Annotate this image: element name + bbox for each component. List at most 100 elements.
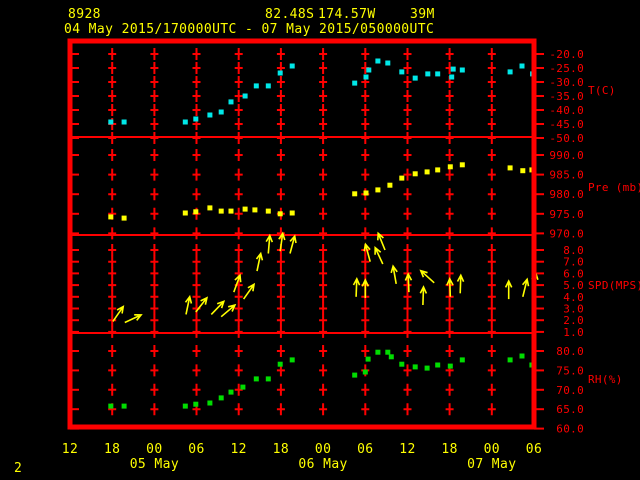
grid-cross — [150, 403, 159, 416]
grid-cross — [192, 188, 201, 201]
grid-cross — [108, 62, 117, 74]
data-point — [447, 363, 453, 369]
data-point — [277, 70, 283, 76]
x-tick-label: 12 — [399, 442, 415, 457]
grid-cross — [150, 104, 159, 116]
data-point — [228, 389, 234, 395]
grid-cross — [445, 244, 454, 256]
x-tick-label: 18 — [104, 442, 120, 457]
grid-cross — [108, 227, 117, 240]
grid-cross — [319, 267, 328, 280]
grid-cross — [108, 188, 117, 201]
grid-cross — [192, 255, 201, 268]
grid-cross — [192, 76, 201, 88]
y-tick-label: -35.0 — [549, 90, 584, 103]
wind-arrow — [419, 285, 428, 306]
humidity-series — [108, 349, 535, 409]
grid-cross — [234, 188, 243, 201]
x-tick-label: 06 — [357, 442, 373, 457]
grid-cross — [276, 188, 285, 201]
y-tick-label: 990.0 — [549, 149, 584, 162]
grid-cross — [192, 345, 201, 357]
grid-cross — [361, 267, 370, 280]
page-number: 2 — [14, 461, 23, 476]
data-point — [375, 58, 381, 64]
grid-cross — [150, 149, 159, 161]
data-point — [277, 361, 283, 367]
grid-cross — [150, 207, 159, 220]
wind-arrow — [220, 303, 237, 318]
grid-cross — [234, 207, 243, 220]
y-tick-label: 985.0 — [549, 169, 584, 182]
grid-cross — [319, 104, 328, 116]
grid-cross — [150, 168, 159, 181]
data-point — [388, 354, 394, 360]
grid-cross — [487, 62, 496, 74]
grid-cross — [403, 255, 412, 268]
data-point — [182, 119, 188, 125]
grid-cross — [319, 279, 328, 292]
x-day-label: 07 May — [467, 457, 516, 472]
x-tick-label: 12 — [62, 442, 78, 457]
y-edge-ticks — [70, 249, 544, 333]
grid-cross — [487, 227, 496, 240]
grid-cross — [445, 255, 454, 268]
data-point — [253, 83, 259, 89]
grid-cross — [276, 118, 285, 130]
data-point — [253, 376, 259, 382]
grid-cross — [192, 244, 201, 256]
wind-arrow — [504, 279, 513, 300]
grid-cross — [319, 62, 328, 74]
y-tick-label: 70.0 — [556, 384, 584, 397]
data-point — [362, 369, 368, 375]
data-point — [385, 60, 391, 66]
grid-cross — [361, 168, 370, 181]
wind-arrow — [210, 300, 226, 315]
grid-cross — [319, 118, 328, 130]
data-point — [242, 206, 248, 212]
grid-cross — [403, 403, 412, 416]
grid-cross — [234, 403, 243, 416]
grid-cross — [487, 207, 496, 220]
grid-cross — [487, 403, 496, 416]
grid-cross — [108, 76, 117, 88]
grid-cross — [276, 383, 285, 396]
grid-cross — [192, 62, 201, 74]
grid-cross — [276, 149, 285, 161]
x-tick-label: 12 — [230, 442, 246, 457]
panel-label: Pre (mb) — [588, 181, 640, 194]
grid-cross — [487, 90, 496, 102]
y-tick-label: -50.0 — [549, 132, 584, 145]
grid-cross — [403, 290, 412, 303]
grid-cross — [403, 244, 412, 256]
grid-cross — [192, 290, 201, 303]
grid-cross — [403, 90, 412, 102]
data-point — [507, 165, 513, 171]
grid-cross — [403, 62, 412, 74]
x-tick-label: 18 — [273, 442, 289, 457]
grid-cross — [192, 149, 201, 161]
grid-cross — [192, 168, 201, 181]
y-tick-label: 980.0 — [549, 188, 584, 201]
grid-cross — [445, 325, 454, 338]
grid-cross — [319, 255, 328, 268]
grid-cross — [403, 48, 412, 60]
grid-cross — [234, 227, 243, 240]
grid-crosses — [108, 345, 496, 416]
y-tick-label: 975.0 — [549, 208, 584, 221]
grid-cross — [108, 149, 117, 161]
grid-cross — [319, 345, 328, 357]
grid-cross — [487, 314, 496, 327]
grid-cross — [319, 188, 328, 201]
data-point — [519, 353, 525, 359]
x-tick-label: 00 — [146, 442, 162, 457]
data-point — [108, 119, 114, 125]
data-point — [507, 357, 513, 363]
grid-cross — [361, 345, 370, 357]
grid-cross — [403, 149, 412, 161]
grid-cross — [487, 149, 496, 161]
grid-cross — [234, 325, 243, 338]
wind-arrow — [242, 282, 256, 300]
data-point — [385, 349, 391, 355]
data-point — [459, 357, 465, 363]
